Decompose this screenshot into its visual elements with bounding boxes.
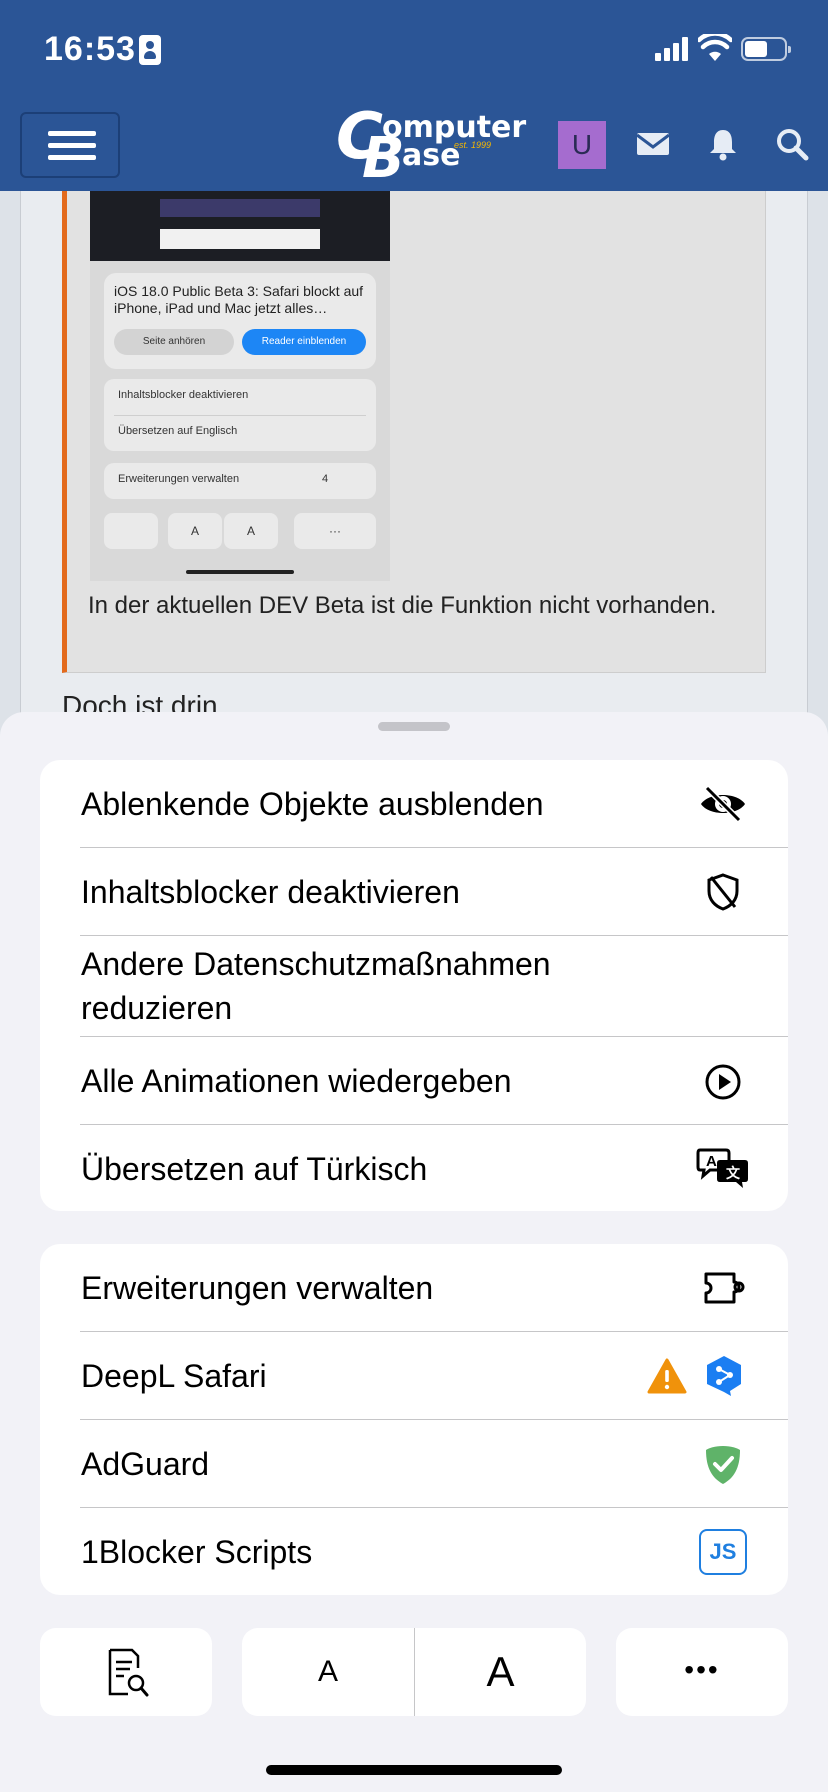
menu-item-adguard[interactable]: AdGuard (40, 1420, 788, 1508)
logo-letter-b: B (362, 126, 405, 191)
adguard-shield-icon (706, 1446, 740, 1484)
eye-slash-icon (701, 785, 745, 823)
user-avatar[interactable]: U (558, 121, 606, 169)
computerbase-logo[interactable]: C omputer B ase est. 1999 (336, 100, 526, 191)
screenshot-row: Übersetzen auf Englisch (118, 425, 238, 437)
screenshot-small-a: A (168, 513, 222, 549)
screenshot-reader-button (104, 513, 158, 549)
screenshot-listen-pill: Seite anhören (114, 329, 234, 355)
battery-icon (741, 37, 791, 61)
screenshot-title: iOS 18.0 Public Beta 3: Safari blockt au… (114, 283, 364, 316)
bell-icon[interactable] (703, 124, 743, 164)
logo-word-ase: ase (402, 138, 461, 173)
play-circle-icon (705, 1064, 741, 1100)
menu-item-label: Inhaltsblocker deaktivieren (81, 874, 460, 910)
menu-item-1blocker[interactable]: 1Blocker Scripts JS (40, 1508, 788, 1595)
reader-search-button[interactable] (40, 1628, 212, 1716)
page-options-group: Ablenkende Objekte ausblenden Inhaltsblo… (40, 760, 788, 1211)
menu-item-deepl[interactable]: DeepL Safari (40, 1332, 788, 1420)
translate-icon: A 文 (696, 1148, 748, 1188)
puzzle-icon (704, 1272, 745, 1304)
more-button[interactable]: ••• (616, 1628, 788, 1716)
page-search-icon (108, 1648, 149, 1697)
screenshot-extensions-label: Erweiterungen verwalten (118, 473, 240, 485)
js-icon: JS (699, 1529, 747, 1575)
cellular-signal-icon (655, 37, 689, 61)
sheet-grabber[interactable] (378, 722, 450, 731)
screenshot-extensions-count: 4 (322, 473, 329, 485)
menu-item-reduce-privacy[interactable]: Andere Datenschutzmaßnahmen reduzieren (40, 936, 788, 1037)
menu-button[interactable] (20, 112, 120, 178)
quote-text: In der aktuellen DEV Beta ist die Funkti… (88, 592, 717, 619)
svg-text:文: 文 (726, 1165, 741, 1182)
menu-item-play-animations[interactable]: Alle Animationen wiedergeben (40, 1037, 788, 1125)
menu-item-hide-distracting[interactable]: Ablenkende Objekte ausblenden (40, 760, 788, 848)
increase-font-button[interactable]: A (415, 1628, 586, 1716)
mail-icon[interactable] (633, 124, 673, 164)
decrease-font-button[interactable]: A (242, 1628, 414, 1716)
screenshot-article (160, 229, 320, 249)
screenshot-reader-pill: Reader einblenden (242, 329, 366, 355)
screenshot-home-indicator (186, 570, 294, 574)
screenshot-extensions: Erweiterungen verwalten 4 (104, 463, 376, 499)
menu-item-disable-content-blockers[interactable]: Inhaltsblocker deaktivieren (40, 848, 788, 936)
screenshot-header (90, 191, 390, 261)
menu-item-label: Alle Animationen wiedergeben (81, 1063, 512, 1099)
shield-slash-icon (707, 873, 739, 911)
wifi-icon (698, 34, 732, 61)
screenshot-row: Inhaltsblocker deaktivieren (118, 389, 249, 401)
contact-card-icon (139, 35, 161, 65)
svg-text:A: A (706, 1153, 717, 1170)
screenshot-more: ··· (294, 513, 376, 549)
site-header: 16:53 C omputer B ase est. 1999 U (0, 0, 828, 191)
menu-item-label: 1Blocker Scripts (81, 1534, 313, 1570)
font-size-control: A A (242, 1628, 586, 1716)
menu-item-label: Übersetzen auf Türkisch (81, 1151, 428, 1187)
menu-item-label: Erweiterungen verwalten (81, 1270, 434, 1306)
screenshot-list: Inhaltsblocker deaktivieren Übersetzen a… (104, 379, 376, 451)
menu-item-label: Ablenkende Objekte ausblenden (81, 786, 544, 822)
screenshot-banner (160, 199, 320, 217)
menu-item-manage-extensions[interactable]: Erweiterungen verwalten (40, 1244, 788, 1332)
extensions-group: Erweiterungen verwalten DeepL Safari AdG… (40, 1244, 788, 1595)
deepl-icon (707, 1356, 741, 1396)
screenshot-card: iOS 18.0 Public Beta 3: Safari blockt au… (104, 273, 376, 369)
menu-item-label: DeepL Safari (81, 1358, 267, 1394)
status-time: 16:53 (44, 30, 136, 68)
logo-est: est. 1999 (454, 140, 492, 150)
warning-icon (647, 1358, 687, 1394)
menu-item-label: AdGuard (81, 1446, 210, 1482)
quoted-screenshot: iOS 18.0 Public Beta 3: Safari blockt au… (90, 191, 390, 581)
search-icon[interactable] (772, 124, 812, 164)
menu-item-label: Andere Datenschutzmaßnahmen reduzieren (81, 946, 551, 1026)
menu-item-translate[interactable]: Übersetzen auf Türkisch A 文 (40, 1125, 788, 1211)
screenshot-large-a: A (224, 513, 278, 549)
home-indicator (266, 1765, 562, 1775)
